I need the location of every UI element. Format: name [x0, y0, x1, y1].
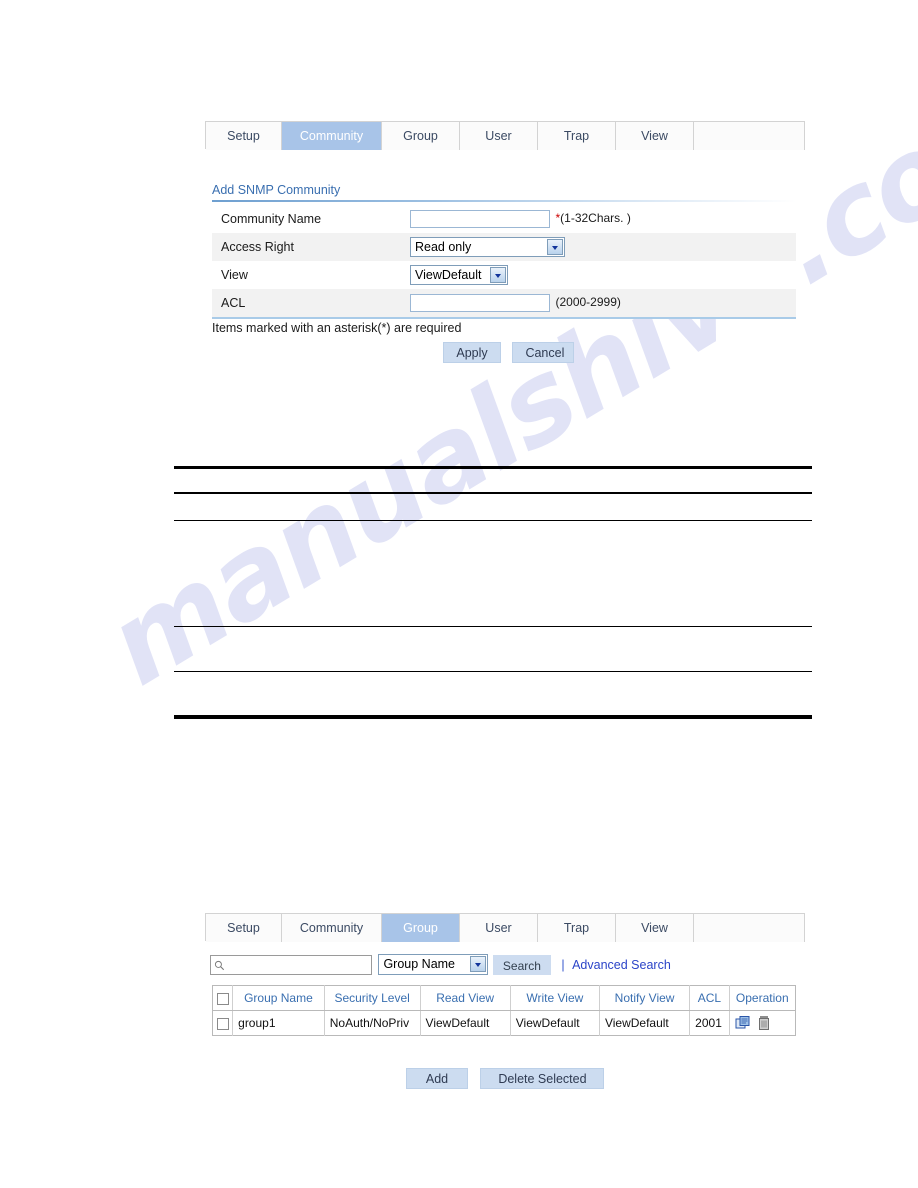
search-input[interactable] [210, 954, 372, 975]
snmp-group-table: Group Name Security Level Read View Writ… [212, 985, 796, 1036]
divider-rule-fourth [174, 626, 812, 627]
cell-write-view[interactable]: ViewDefault [510, 1010, 600, 1036]
column-header-read-view: Read View [420, 985, 511, 1011]
select-all-header [212, 985, 234, 1011]
table-header-row: Group Name Security Level Read View Writ… [212, 985, 796, 1011]
edit-icon[interactable] [735, 1015, 751, 1031]
access-right-selected-value: Read only [415, 240, 472, 254]
advanced-search-link[interactable]: Advanced Search [572, 958, 671, 972]
community-name-input[interactable] [410, 210, 550, 228]
bottom-tab-view[interactable]: View [616, 914, 694, 942]
required-fields-note: Items marked with an asterisk(*) are req… [212, 321, 462, 335]
bottom-tab-trap[interactable]: Trap [538, 914, 616, 942]
view-selected-value: ViewDefault [415, 268, 482, 282]
form-label-access-right: Access Right [212, 233, 410, 261]
search-button[interactable]: Search [492, 954, 551, 975]
search-bar: Group Name Search | Advanced Search [210, 954, 671, 975]
cell-operation [729, 1010, 796, 1036]
search-field-select[interactable]: Group Name [378, 954, 489, 975]
form-bottom-rule [212, 317, 796, 319]
bottom-tab-group[interactable]: Group [382, 914, 460, 942]
page-watermark: manualshive.com [87, 47, 918, 920]
divider-rule-top-thick [174, 466, 812, 469]
cell-acl: 2001 [689, 1010, 730, 1036]
delete-selected-button[interactable]: Delete Selected [480, 1068, 605, 1089]
section-title-add-snmp-community: Add SNMP Community [212, 183, 341, 197]
tab-community[interactable]: Community [282, 122, 382, 150]
tab-group[interactable]: Group [382, 122, 460, 150]
bottom-tab-bar-filler [694, 914, 805, 942]
chevron-down-icon[interactable] [547, 239, 563, 255]
column-header-write-view: Write View [510, 985, 600, 1011]
column-header-operation: Operation [729, 985, 796, 1011]
community-name-hint: *(1-32Chars. ) [555, 211, 631, 226]
delete-icon[interactable] [757, 1015, 771, 1031]
column-header-acl: ACL [689, 985, 730, 1011]
access-right-select[interactable]: Read only [410, 237, 565, 257]
form-row-community-name: Community Name *(1-32Chars. ) [212, 205, 796, 233]
cell-security-level: NoAuth/NoPriv [324, 1010, 421, 1036]
form-row-access-right: Access Right Read only [212, 233, 796, 261]
form-label-community-name: Community Name [212, 205, 410, 233]
form-field-access-right: Read only [410, 233, 796, 261]
tab-view[interactable]: View [616, 122, 694, 150]
view-select[interactable]: ViewDefault [410, 265, 508, 285]
search-icon [214, 960, 225, 970]
form-row-view: View ViewDefault [212, 261, 796, 289]
apply-button[interactable]: Apply [443, 342, 501, 363]
section-title-underline [212, 200, 796, 202]
bottom-tab-bar: Setup Community Group User Trap View [205, 913, 805, 942]
chevron-down-icon[interactable] [470, 956, 487, 972]
search-field-selected-value: Group Name [383, 957, 456, 971]
bottom-tab-community[interactable]: Community [282, 914, 382, 942]
cell-read-view[interactable]: ViewDefault [420, 1010, 511, 1036]
form-field-view: ViewDefault [410, 261, 796, 289]
table-row: group1 NoAuth/NoPriv ViewDefault ViewDef… [212, 1010, 796, 1036]
form-field-acl: (2000-2999) [410, 289, 796, 317]
form-button-row: Apply Cancel [443, 342, 575, 363]
divider-rule-bottom-thick [174, 715, 812, 719]
top-tab-bar: Setup Community Group User Trap View [205, 121, 805, 150]
form-label-view: View [212, 261, 410, 289]
column-header-group-name: Group Name [232, 985, 325, 1011]
acl-hint: (2000-2999) [555, 295, 621, 310]
tab-bar-filler [694, 122, 805, 150]
cell-notify-view[interactable]: ViewDefault [599, 1010, 691, 1036]
row-checkbox[interactable] [216, 1017, 229, 1030]
tab-user[interactable]: User [460, 122, 538, 150]
column-header-security-level: Security Level [324, 985, 421, 1011]
divider-rule-second [174, 492, 812, 494]
cell-group-name: group1 [232, 1010, 325, 1036]
divider-rule-fifth [174, 671, 812, 672]
form-label-acl: ACL [212, 289, 410, 317]
search-separator: | [561, 957, 565, 972]
tab-setup[interactable]: Setup [206, 122, 282, 150]
select-all-checkbox[interactable] [216, 992, 229, 1005]
bottom-tab-setup[interactable]: Setup [206, 914, 282, 942]
add-snmp-community-form: Community Name *(1-32Chars. ) Access Rig… [212, 205, 796, 317]
column-header-notify-view: Notify View [599, 985, 691, 1011]
form-row-acl: ACL (2000-2999) [212, 289, 796, 317]
add-button[interactable]: Add [406, 1068, 468, 1089]
chevron-down-icon[interactable] [490, 267, 506, 283]
bottom-tab-user[interactable]: User [460, 914, 538, 942]
form-field-community-name: *(1-32Chars. ) [410, 205, 796, 233]
tab-trap[interactable]: Trap [538, 122, 616, 150]
cancel-button[interactable]: Cancel [512, 342, 575, 363]
required-asterisk: * [555, 211, 561, 226]
acl-input[interactable] [410, 294, 550, 312]
bottom-button-row: Add Delete Selected [406, 1068, 605, 1089]
divider-rule-third [174, 520, 812, 521]
row-select-cell [212, 1010, 234, 1036]
